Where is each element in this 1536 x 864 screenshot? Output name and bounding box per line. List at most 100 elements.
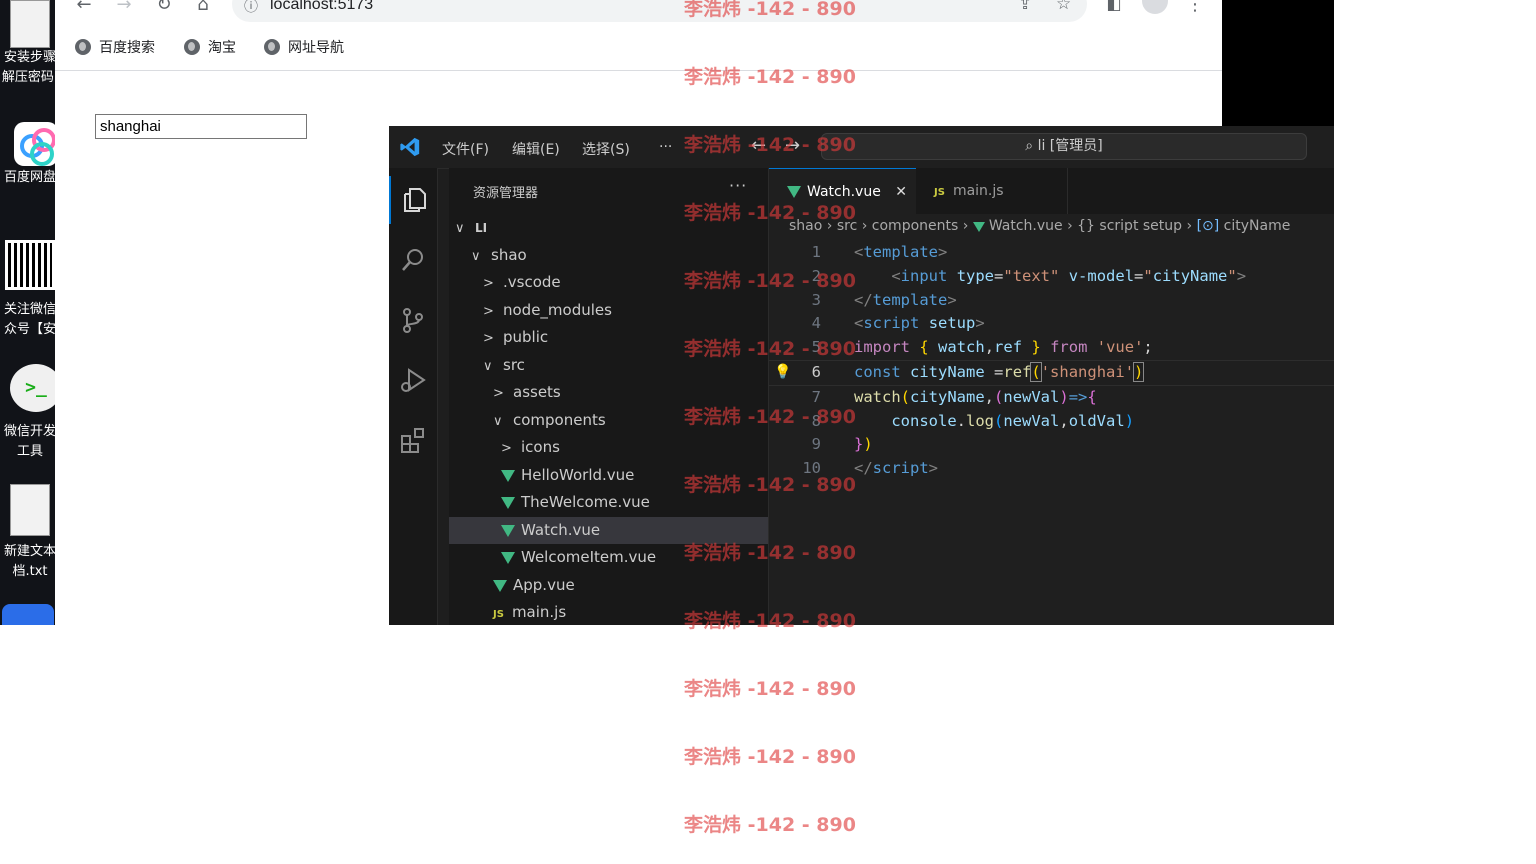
forward-icon[interactable]: → xyxy=(111,0,137,15)
search-icon[interactable] xyxy=(389,236,437,284)
site-info-icon[interactable]: ⓘ xyxy=(244,0,258,16)
close-tab-icon[interactable]: ✕ xyxy=(895,184,907,200)
desktop-icon-install-steps[interactable]: 安装步骤 解压密码. xyxy=(0,0,55,88)
back-icon[interactable]: ← xyxy=(71,0,97,15)
tree-item-label: HelloWorld.vue xyxy=(521,465,635,484)
chevron-down-icon: ∨ xyxy=(455,221,465,236)
source-control-icon[interactable] xyxy=(389,296,437,344)
menu-file[interactable]: 文件(F) xyxy=(442,139,489,159)
watermark-text: 李浩炜 -142 - 890 xyxy=(684,678,856,700)
activity-bar xyxy=(389,168,438,625)
chevron-right-icon: > xyxy=(483,303,494,319)
tree-item[interactable]: > node_modules xyxy=(449,297,768,324)
watermark-text: 李浩炜 -142 - 890 xyxy=(684,270,856,292)
explorer-icon[interactable] xyxy=(389,176,439,224)
globe-icon xyxy=(75,39,91,55)
breadcrumb: shao › src › components › Watch.vue › {}… xyxy=(789,218,1290,234)
reload-icon[interactable]: ↻ xyxy=(151,0,177,15)
bookmark-label: 百度搜索 xyxy=(99,40,155,56)
tree-item-label: src xyxy=(503,355,525,374)
chevron-right-icon: › xyxy=(1067,218,1078,234)
line-number: 6 xyxy=(811,362,821,381)
bookmark-nav[interactable]: 网址导航 xyxy=(264,37,344,57)
vscode-logo-icon xyxy=(400,137,420,157)
command-center[interactable]: ⌕ li [管理员] xyxy=(821,133,1307,160)
tree-item-label: WelcomeItem.vue xyxy=(521,548,657,566)
desktop-icon-label: 安装步骤 xyxy=(3,50,55,65)
baidu-netdisk-icon xyxy=(8,116,55,176)
chevron-right-icon: > xyxy=(501,441,512,456)
menu-more[interactable]: ··· xyxy=(659,139,672,155)
line-number: 4 xyxy=(811,314,821,333)
city-name-input[interactable] xyxy=(95,114,307,139)
tree-item[interactable]: ∨ shao xyxy=(449,242,768,269)
tree-item-label: App.vue xyxy=(513,575,575,594)
line-number: 1 xyxy=(811,243,821,261)
js-file-icon: JS xyxy=(934,187,945,198)
chevron-down-icon: ∨ xyxy=(493,413,503,429)
desktop-strip: 安装步骤 解压密码. 百度网盘 关注微信 众号【安 >_ 微信开发 工具 新建文… xyxy=(0,0,55,625)
breadcrumb-item[interactable]: cityName xyxy=(1224,218,1291,234)
chevron-down-icon: ∨ xyxy=(471,248,481,264)
bookmark-star-icon[interactable]: ☆ xyxy=(1056,0,1071,14)
app-shortcut-icon[interactable] xyxy=(2,604,54,625)
desktop-icon-label: 微信开发 xyxy=(3,424,55,439)
tree-item[interactable]: App.vue xyxy=(449,572,768,599)
code-line-current: 💡 6 const cityName =ref('shanghai') xyxy=(769,359,1334,386)
desktop-icon-label: 众号【安 xyxy=(3,322,55,337)
vue-file-icon xyxy=(787,186,801,198)
globe-icon xyxy=(264,39,280,55)
vscode-titlebar: 文件(F) 编辑(E) 选择(S) ··· ← → ⌕ li [管理员] xyxy=(389,126,1334,169)
desktop-icon-label: 解压密码. xyxy=(1,70,55,85)
document-icon xyxy=(10,484,50,536)
vue-file-icon xyxy=(501,469,515,482)
desktop-icon-label: 关注微信 xyxy=(3,302,55,317)
home-icon[interactable]: ⌂ xyxy=(190,0,216,15)
desktop-icon-label: 档.txt xyxy=(12,564,48,579)
background-window xyxy=(1222,0,1334,126)
tree-item-label: main.js xyxy=(511,603,567,621)
bookmark-taobao[interactable]: 淘宝 xyxy=(184,37,236,57)
js-file-icon: JS xyxy=(493,609,504,620)
globe-icon xyxy=(184,39,200,55)
tab-label: main.js xyxy=(952,183,1004,199)
watermark-text: 李浩炜 -142 - 890 xyxy=(684,0,856,20)
document-icon xyxy=(10,0,50,48)
tree-item-label: LI xyxy=(475,221,488,235)
bookmark-baidu[interactable]: 百度搜索 xyxy=(75,37,155,57)
breadcrumb-item[interactable]: components xyxy=(872,218,959,234)
watermark-text: 李浩炜 -142 - 890 xyxy=(684,134,856,156)
address-bar[interactable]: ⓘ localhost:5173 ⇪ ☆ xyxy=(232,0,1087,22)
qr-code-icon xyxy=(5,240,55,290)
tree-item-label: node_modules xyxy=(503,300,612,319)
menu-edit[interactable]: 编辑(E) xyxy=(512,139,560,159)
browser-menu-icon[interactable]: ⋮ xyxy=(1182,0,1208,15)
watermark-text: 李浩炜 -142 - 890 xyxy=(684,814,856,836)
profile-avatar-icon[interactable] xyxy=(1142,0,1168,14)
tree-item-label: public xyxy=(503,328,549,346)
desktop-icon-wechat-follow[interactable]: 关注微信 众号【安 xyxy=(0,240,55,340)
menu-selection[interactable]: 选择(S) xyxy=(582,139,630,159)
tree-item-label: assets xyxy=(513,383,561,401)
chevron-right-icon: › xyxy=(861,218,872,234)
chevron-right-icon: › xyxy=(962,218,973,234)
vue-file-icon xyxy=(501,497,515,509)
run-debug-icon[interactable] xyxy=(389,356,437,404)
desktop-icon-baidu-netdisk[interactable]: 百度网盘 xyxy=(0,116,55,188)
tree-item-label: icons xyxy=(521,438,560,456)
explorer-more-icon[interactable]: ··· xyxy=(729,176,747,195)
browser-toolbar: ← → ↻ ⌂ ⓘ localhost:5173 ⇪ ☆ ◧ ⋮ 百度搜索 淘宝… xyxy=(55,0,1222,71)
tree-item-label: .vscode xyxy=(503,273,561,291)
vscode-window: 文件(F) 编辑(E) 选择(S) ··· ← → ⌕ li [管理员] 资源管… xyxy=(389,126,1334,625)
desktop-icon-wechat-devtools[interactable]: >_ 微信开发 工具 xyxy=(0,362,55,462)
chevron-right-icon: > xyxy=(483,331,494,346)
desktop-icon-new-text[interactable]: 新建文本 档.txt xyxy=(0,484,55,582)
breadcrumb-item[interactable]: script setup xyxy=(1099,218,1182,234)
side-panel-icon[interactable]: ◧ xyxy=(1101,0,1127,13)
tree-item[interactable]: > icons xyxy=(449,434,768,461)
tree-item-label: Watch.vue xyxy=(521,520,601,539)
tab-main-js[interactable]: JS main.js xyxy=(916,168,1068,214)
extensions-icon[interactable] xyxy=(389,416,437,464)
breadcrumb-item[interactable]: Watch.vue xyxy=(989,218,1063,234)
share-icon[interactable]: ⇪ xyxy=(1018,0,1032,14)
